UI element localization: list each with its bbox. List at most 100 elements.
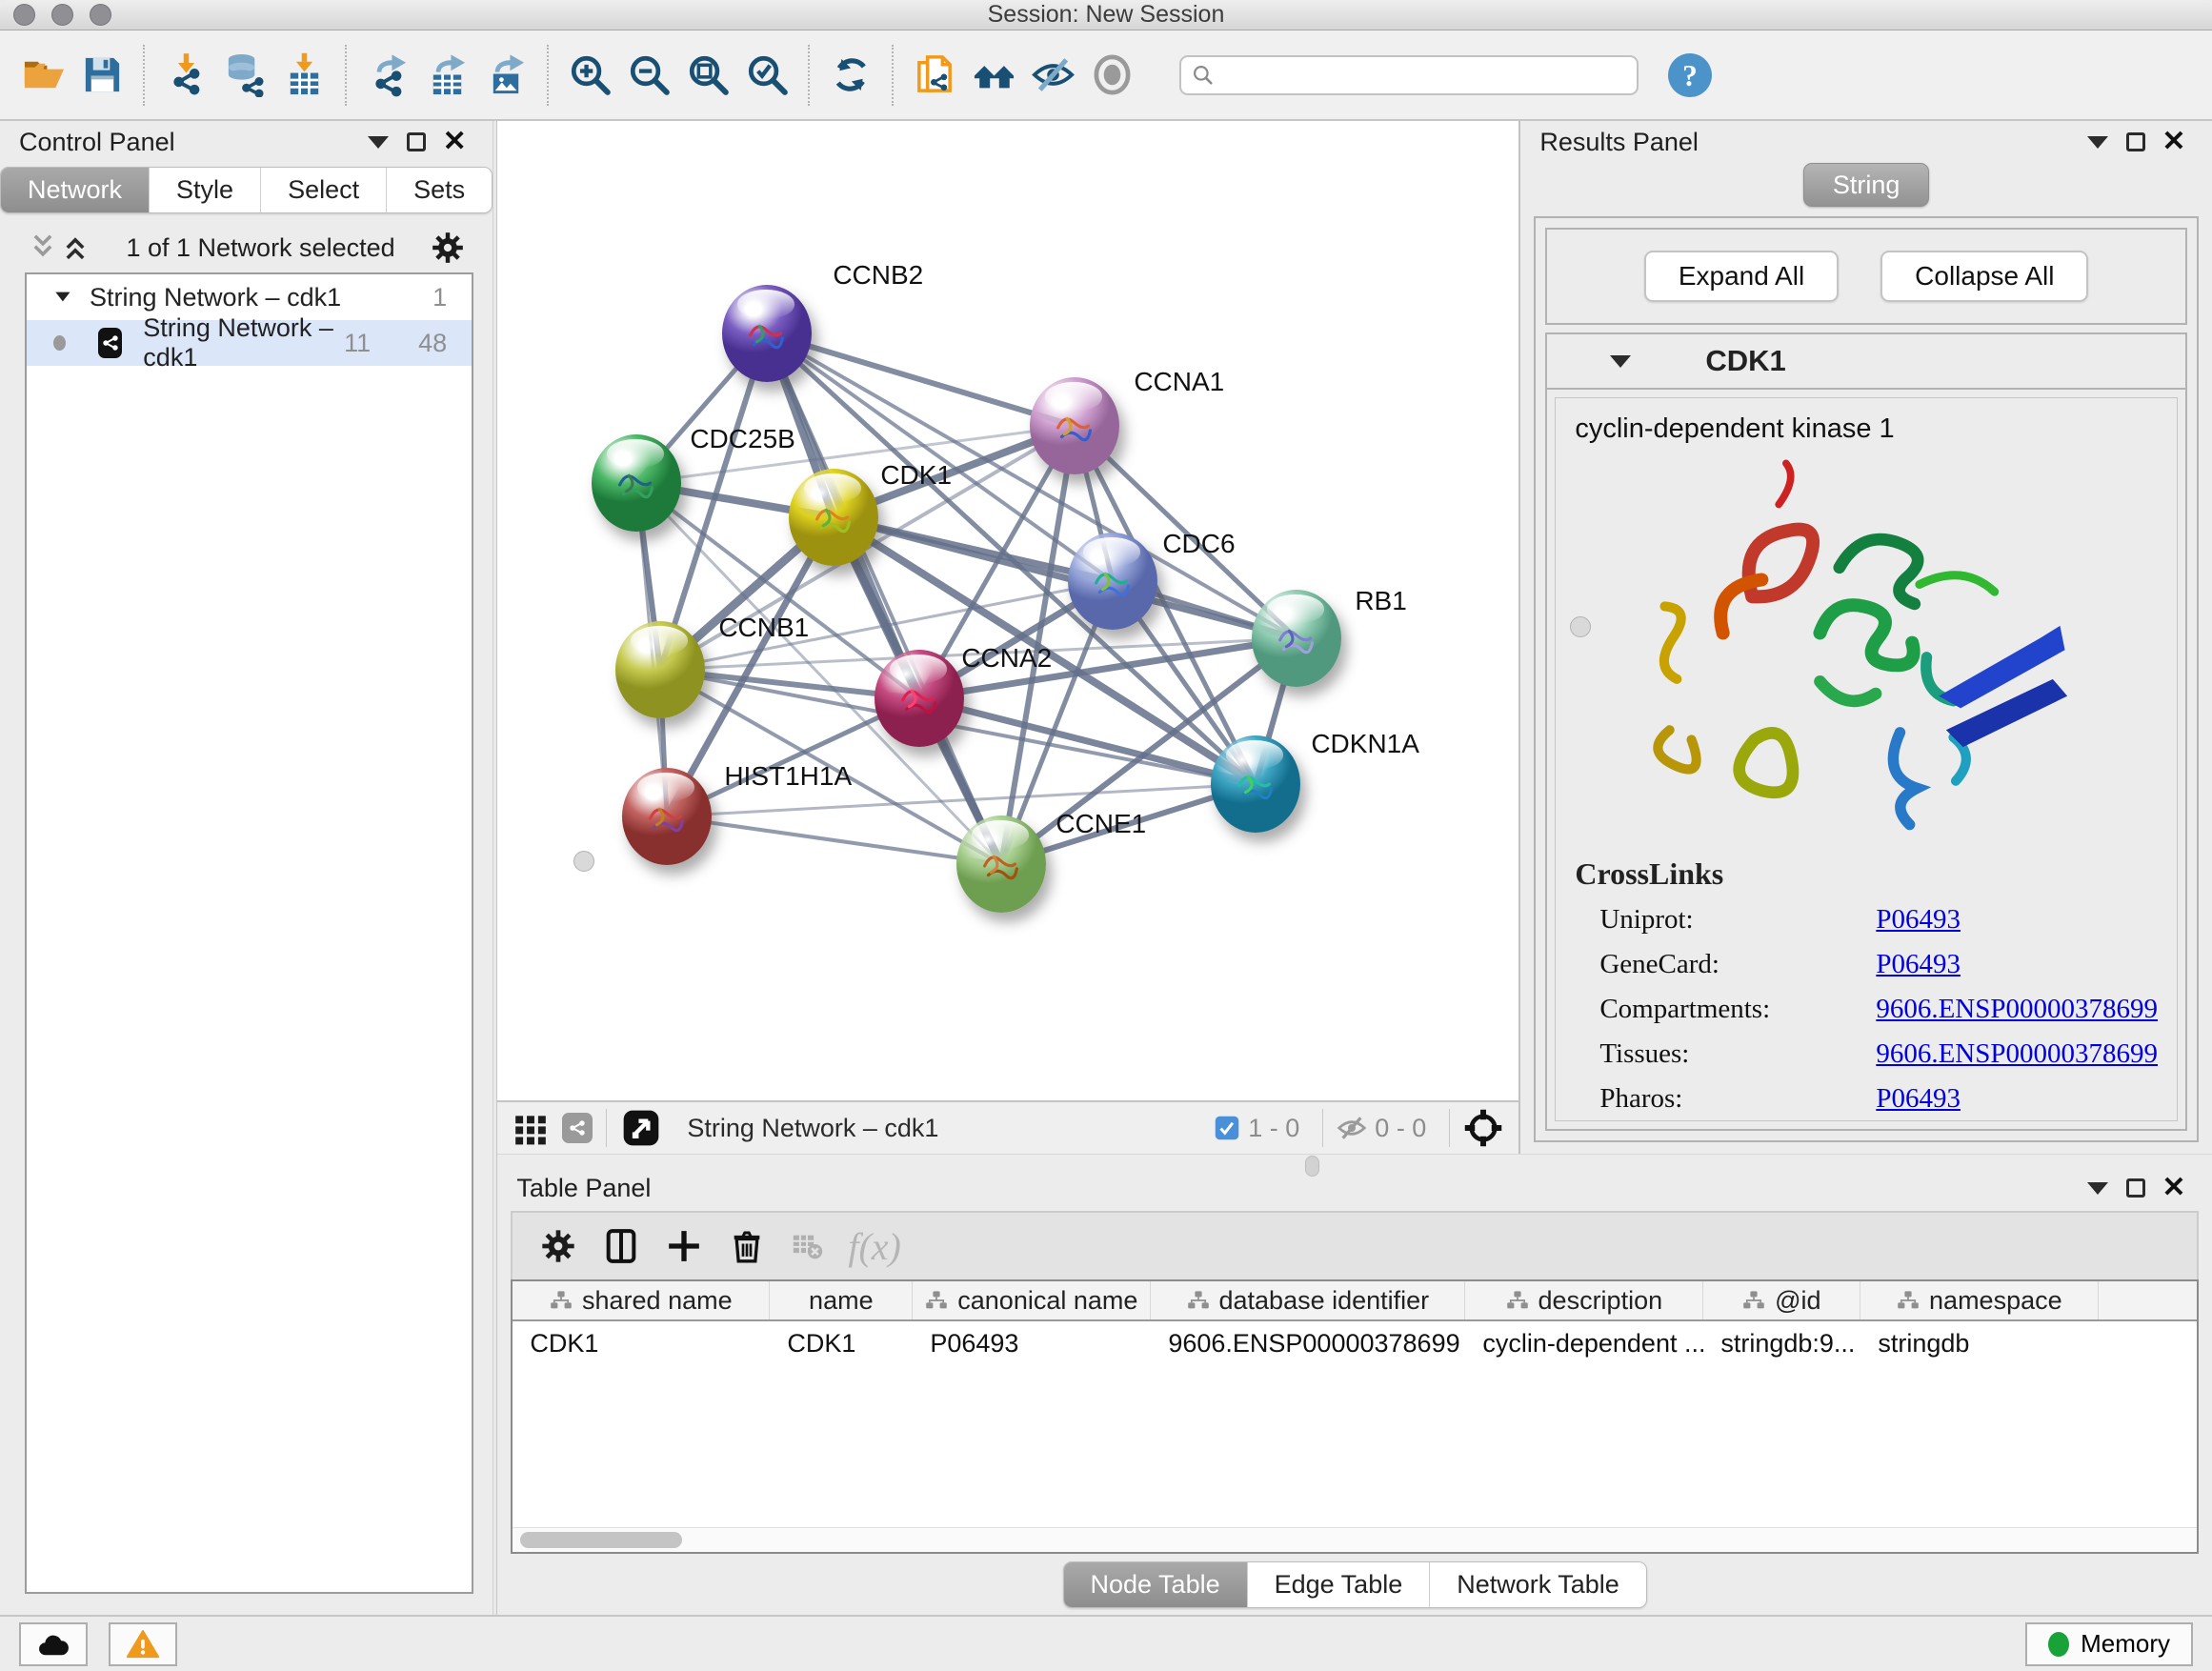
control-panel-float-button[interactable] (397, 128, 435, 156)
column-header-canonical-name[interactable]: canonical name (913, 1281, 1151, 1319)
zoom-fit-content-button[interactable] (678, 44, 737, 107)
duplicate-network-button[interactable] (905, 44, 964, 107)
zoom-out-button[interactable] (619, 44, 678, 107)
refresh-network-view-button[interactable] (821, 44, 880, 107)
memory-button[interactable]: Memory (2025, 1622, 2193, 1666)
expand-all-networks-button[interactable] (59, 233, 91, 262)
results-panel-menu-button[interactable] (2079, 128, 2117, 156)
import-table-from-file-button[interactable] (274, 44, 333, 107)
tab-string[interactable]: String (1803, 163, 1930, 207)
delete-column-button[interactable] (728, 1227, 766, 1265)
table-options-button[interactable] (539, 1227, 577, 1265)
help-button[interactable]: ? (1665, 49, 1719, 102)
crosslink-link-compartments-[interactable]: 9606.ENSP00000378699 (1876, 994, 2158, 1025)
network-options-button[interactable] (430, 230, 466, 266)
export-table-button[interactable] (417, 44, 476, 107)
search-input[interactable] (1223, 60, 1627, 90)
tab-network-table[interactable]: Network Table (1429, 1562, 1646, 1607)
network-row-selected[interactable]: String Network – cdk1 11 48 (27, 320, 472, 366)
crosslink-link-pharos-[interactable]: P06493 (1876, 1083, 1961, 1115)
left-splitter-handle[interactable] (573, 851, 594, 872)
add-column-button[interactable] (665, 1227, 703, 1265)
network-node-ccna1[interactable] (1030, 377, 1119, 474)
collapse-all-networks-button[interactable] (27, 233, 59, 262)
column-header-name[interactable]: name (770, 1281, 913, 1319)
zoom-selected-button[interactable] (737, 44, 796, 107)
expand-all-button[interactable]: Expand All (1644, 251, 1839, 302)
horizontal-splitter[interactable] (497, 1154, 2212, 1167)
network-node-ccne1[interactable] (956, 815, 1046, 913)
table-panel-menu-button[interactable] (2079, 1174, 2117, 1202)
results-panel-float-button[interactable] (2117, 128, 2155, 156)
crosslink-link-uniprot-[interactable]: P06493 (1876, 904, 1961, 936)
network-node-cdc6[interactable] (1068, 533, 1157, 630)
network-node-cdk1[interactable] (789, 469, 878, 566)
tab-network[interactable]: Network (1, 168, 149, 212)
network-node-cdkn1a[interactable] (1211, 735, 1300, 833)
import-network-from-database-button[interactable] (215, 44, 274, 107)
table-cell[interactable]: P06493 (913, 1321, 1151, 1365)
column-header-shared-name[interactable]: shared name (513, 1281, 770, 1319)
right-splitter-handle[interactable] (1570, 616, 1591, 637)
tab-node-table[interactable]: Node Table (1064, 1562, 1247, 1607)
string-view-button[interactable] (562, 1113, 593, 1143)
import-network-from-file-button[interactable] (156, 44, 215, 107)
first-neighbors-button[interactable] (964, 44, 1023, 107)
tab-select[interactable]: Select (260, 168, 386, 212)
tree-expander-icon[interactable] (51, 285, 76, 310)
birds-eye-view-button[interactable] (620, 1107, 662, 1149)
tab-style[interactable]: Style (149, 168, 260, 212)
function-builder-button[interactable]: f(x) (848, 1224, 901, 1269)
network-node-rb1[interactable] (1252, 590, 1341, 687)
crosslink-link-genecard-[interactable]: P06493 (1876, 949, 1961, 980)
gene-entry-header[interactable]: CDK1 (1547, 334, 2185, 390)
column-header--id[interactable]: @id (1703, 1281, 1860, 1319)
column-header-database-identifier[interactable]: database identifier (1151, 1281, 1465, 1319)
show-columns-button[interactable] (602, 1227, 640, 1265)
delete-table-button[interactable] (791, 1230, 823, 1262)
control-panel-menu-button[interactable] (359, 128, 397, 156)
string-network-icon (98, 328, 123, 358)
table-cell[interactable]: cyclin-dependent ... (1465, 1321, 1703, 1365)
table-panel-close-button[interactable]: ✕ (2155, 1174, 2193, 1202)
network-node-hist1h1a[interactable] (622, 768, 712, 865)
zoom-in-button[interactable] (560, 44, 619, 107)
column-header-namespace[interactable]: namespace (1860, 1281, 2099, 1319)
show-all-button[interactable] (1082, 44, 1141, 107)
save-session-button[interactable] (72, 44, 131, 107)
table-row[interactable]: CDK1CDK1P064939606.ENSP00000378699cyclin… (513, 1321, 2197, 1365)
fit-selected-button[interactable] (1463, 1108, 1503, 1148)
results-panel-close-button[interactable]: ✕ (2155, 128, 2193, 156)
table-cell[interactable]: CDK1 (770, 1321, 913, 1365)
hidden-eye-icon[interactable] (1337, 1113, 1367, 1143)
control-panel-close-button[interactable]: ✕ (435, 128, 473, 156)
collapse-entry-icon[interactable] (1610, 355, 1631, 368)
cloud-status-button[interactable] (19, 1622, 88, 1666)
warnings-button[interactable] (109, 1622, 177, 1666)
table-cell[interactable]: CDK1 (513, 1321, 770, 1365)
table-panel-float-button[interactable] (2117, 1174, 2155, 1202)
gene-description: cyclin-dependent kinase 1 (1575, 413, 2158, 445)
column-header-description[interactable]: description (1465, 1281, 1703, 1319)
tab-sets[interactable]: Sets (386, 168, 492, 212)
export-image-button[interactable] (476, 44, 535, 107)
table-cell[interactable]: stringdb (1860, 1321, 2099, 1365)
collapse-all-button[interactable]: Collapse All (1880, 251, 2088, 302)
scrollbar-thumb[interactable] (520, 1532, 682, 1548)
network-node-ccnb2[interactable] (722, 285, 812, 382)
open-session-button[interactable] (13, 44, 72, 107)
network-node-ccnb1[interactable] (615, 621, 705, 718)
network-node-cdc25b[interactable] (592, 434, 681, 532)
grid-view-button[interactable] (513, 1110, 549, 1146)
network-node-ccna2[interactable] (875, 650, 964, 747)
tab-edge-table[interactable]: Edge Table (1247, 1562, 1430, 1607)
table-horizontal-scrollbar[interactable] (513, 1527, 2197, 1552)
network-canvas[interactable]: CCNB2CCNA1CDC25BCDK1CDC6RB1CCNB1CCNA2CDK… (497, 121, 1518, 1100)
hide-selected-button[interactable] (1023, 44, 1082, 107)
horizontal-splitter-handle[interactable] (1305, 1156, 1319, 1177)
table-cell[interactable]: 9606.ENSP00000378699 (1151, 1321, 1465, 1365)
selected-checkbox-icon[interactable] (1214, 1115, 1240, 1141)
table-cell[interactable]: stringdb:9... (1703, 1321, 1860, 1365)
export-network-button[interactable] (358, 44, 417, 107)
crosslink-link-tissues-[interactable]: 9606.ENSP00000378699 (1876, 1038, 2158, 1070)
